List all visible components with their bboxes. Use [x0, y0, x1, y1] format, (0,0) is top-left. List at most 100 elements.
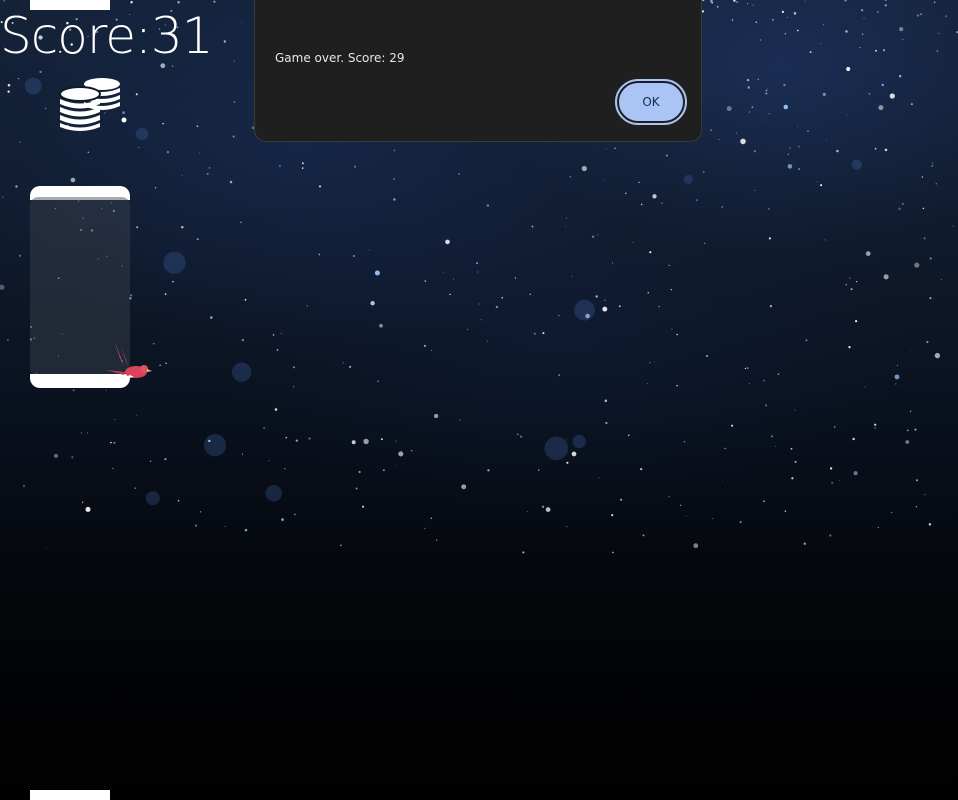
star	[87, 151, 89, 153]
star	[611, 514, 614, 517]
star	[733, 0, 736, 2]
star	[166, 150, 170, 154]
star	[374, 270, 380, 276]
star	[906, 429, 909, 432]
star	[705, 355, 709, 358]
star	[612, 262, 614, 264]
star	[671, 328, 673, 330]
star	[721, 206, 724, 208]
star	[807, 130, 809, 132]
star	[718, 139, 720, 141]
star	[478, 303, 480, 305]
star	[381, 438, 383, 441]
star	[787, 17, 788, 18]
star	[514, 277, 517, 279]
star	[130, 294, 133, 297]
star	[661, 202, 664, 204]
star	[902, 203, 904, 205]
star	[848, 346, 851, 349]
star	[787, 164, 793, 169]
star	[244, 298, 247, 301]
star	[850, 288, 853, 291]
star	[803, 542, 806, 545]
star	[731, 424, 734, 427]
star	[937, 32, 940, 35]
star	[740, 138, 746, 145]
star	[571, 275, 574, 277]
star	[292, 366, 295, 369]
star	[853, 471, 858, 476]
star	[224, 525, 226, 528]
star	[784, 33, 786, 35]
star	[529, 293, 531, 296]
star	[822, 92, 826, 97]
star	[874, 49, 877, 52]
star	[240, 21, 242, 23]
star	[916, 479, 918, 482]
star	[604, 399, 608, 403]
star	[711, 1, 714, 4]
star	[135, 93, 138, 96]
star	[232, 135, 235, 138]
star	[668, 495, 670, 498]
star	[860, 8, 864, 12]
star	[769, 304, 773, 308]
star	[165, 362, 168, 365]
star	[791, 477, 794, 480]
star	[798, 168, 801, 171]
star	[476, 262, 479, 265]
star	[605, 421, 608, 425]
star	[393, 178, 395, 180]
star	[640, 203, 643, 206]
star	[783, 83, 786, 87]
star	[612, 551, 614, 554]
star	[431, 350, 433, 351]
star	[395, 440, 398, 442]
star	[836, 149, 839, 153]
star	[293, 513, 296, 516]
star	[531, 225, 534, 228]
star	[379, 323, 383, 328]
star	[902, 38, 904, 40]
star	[46, 546, 48, 548]
star	[748, 383, 750, 385]
star	[703, 171, 705, 173]
star	[642, 534, 645, 537]
game-over-dialog: Game over. Score: 29 OK	[254, 0, 702, 142]
star	[796, 29, 799, 32]
star	[704, 242, 706, 244]
star	[618, 305, 621, 308]
star	[774, 445, 776, 447]
star	[931, 162, 934, 164]
star	[868, 92, 871, 95]
star-glow	[145, 491, 160, 506]
star	[477, 271, 479, 273]
game-canvas[interactable]: Score:31 Game over. Score: 29 OK	[0, 0, 958, 800]
star	[831, 482, 833, 484]
star	[765, 89, 768, 92]
star	[196, 125, 199, 128]
star	[838, 479, 840, 481]
star	[789, 147, 791, 149]
star	[0, 284, 5, 290]
star	[72, 389, 75, 392]
star	[3, 0, 5, 2]
star	[358, 470, 361, 474]
star	[362, 505, 365, 508]
star	[195, 524, 198, 527]
star	[85, 506, 91, 512]
star	[862, 33, 864, 35]
star	[916, 14, 920, 17]
star	[398, 451, 404, 457]
star	[486, 340, 488, 342]
star	[134, 487, 136, 489]
star	[755, 21, 758, 23]
star	[804, 0, 806, 2]
star	[665, 154, 669, 157]
star	[177, 499, 180, 502]
ok-button[interactable]: OK	[615, 79, 687, 125]
star	[896, 364, 899, 366]
star	[395, 464, 397, 466]
star	[759, 39, 762, 41]
star	[410, 449, 413, 452]
